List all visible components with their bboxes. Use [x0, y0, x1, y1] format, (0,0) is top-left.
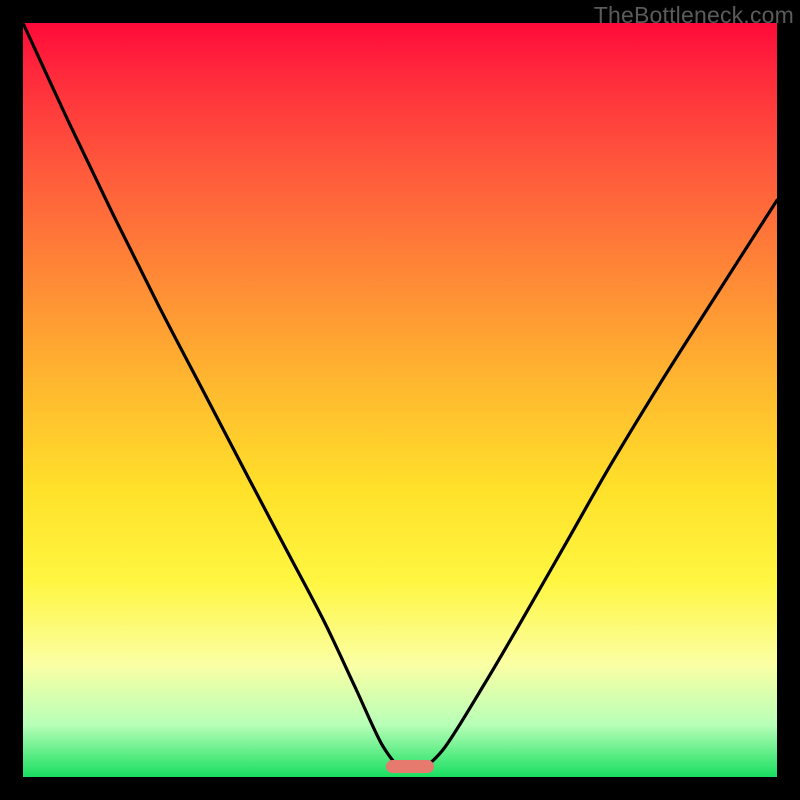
- curve-left-branch: [23, 23, 400, 770]
- curve-right-branch: [423, 200, 777, 769]
- chart-frame: TheBottleneck.com: [0, 0, 800, 800]
- watermark-text: TheBottleneck.com: [594, 2, 794, 29]
- bottleneck-curve: [23, 23, 777, 777]
- plot-area: [23, 23, 777, 777]
- optimal-marker: [386, 760, 434, 773]
